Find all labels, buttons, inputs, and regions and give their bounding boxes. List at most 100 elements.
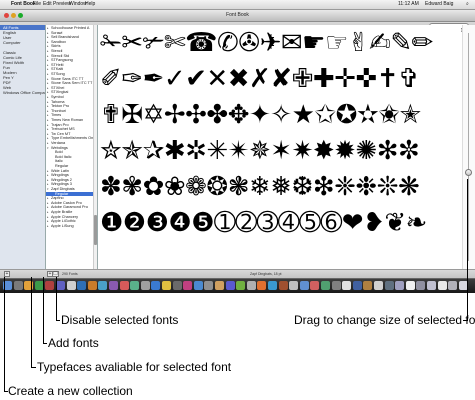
dock-app-icon[interactable] [183, 281, 193, 290]
dock-app-icon[interactable] [246, 281, 256, 290]
font-item-label: Schoolhouse Printed A [51, 26, 90, 30]
dock-app-icon[interactable] [395, 281, 405, 290]
callout-add: Add fonts [48, 336, 99, 350]
callout-line-resize [467, 179, 468, 321]
dock-app-icon[interactable] [268, 281, 277, 290]
callout-line-typefaces [31, 277, 32, 368]
dock-app-icon[interactable] [13, 281, 23, 290]
font-item-label: Apple Chancery [51, 214, 79, 219]
menu-app[interactable]: Font Book [11, 0, 36, 9]
dock-app-icon[interactable] [162, 281, 171, 290]
dock-app-icon[interactable] [225, 281, 235, 290]
menu-user[interactable]: Edward Baig [425, 0, 453, 9]
font-item-label: STHeiti [51, 62, 64, 67]
spotlight-icon[interactable]: ⌕ [466, 0, 469, 9]
font-item-label: Stone Sans ITC TT [51, 76, 84, 81]
font-item-label: Wide Latin [51, 168, 69, 173]
font-item-label: STSong [51, 72, 65, 76]
collection-item[interactable]: Computer [0, 40, 45, 45]
collection-pane[interactable]: All Fonts English User Computer Classic … [0, 25, 46, 269]
font-size-slider[interactable] [462, 25, 475, 269]
font-item-label: Webdings [51, 145, 68, 150]
dock-app-icon[interactable] [299, 281, 309, 290]
font-item-label: Regular [55, 164, 69, 168]
dock-app-icon[interactable] [193, 281, 203, 290]
dock-app-icon[interactable] [310, 281, 320, 290]
dock-app-icon[interactable] [342, 281, 352, 290]
disclosure-closed-icon[interactable]: ▸ [47, 224, 49, 229]
dock-app-icon[interactable] [140, 281, 150, 290]
font-size-slider-thumb[interactable] [465, 169, 472, 176]
callout-line-typefaces-tip [31, 367, 36, 368]
glyph-row: ✮✯✰✱✲✳✴✵✶✷✸✹✺✻✼ [100, 137, 420, 165]
dock-app-icon[interactable] [172, 281, 182, 290]
font-item-label: Tw Cen MT [51, 131, 71, 136]
dock-app-icon[interactable] [77, 281, 87, 290]
font-item-label: Apple LiSung [51, 223, 74, 228]
dock-app-icon[interactable] [427, 281, 436, 290]
dock-app-icon[interactable] [109, 281, 118, 290]
menu-help[interactable]: Help [85, 0, 95, 9]
font-item-label: Stencil [51, 49, 63, 53]
callout-create: Create a new collection [8, 384, 133, 398]
dock-app-icon[interactable] [374, 281, 383, 290]
dock-app-icon[interactable] [151, 281, 161, 290]
dock [0, 278, 475, 293]
dock-app-icon[interactable] [130, 281, 140, 290]
font-item-label: Adobe Garamond Pro [51, 205, 88, 210]
font-item-label: Regular [55, 191, 69, 196]
font-item-label: Scrawl [51, 30, 63, 35]
menu-clock[interactable]: 11:12 AM [398, 0, 419, 9]
font-item-label: Italic [55, 159, 63, 164]
font-item-label: Wingdings 2 [51, 177, 72, 182]
window-title: Font Book [226, 12, 249, 18]
dock-app-icon[interactable] [119, 281, 129, 290]
font-item-label: Adobe Caslon Pro [51, 200, 82, 205]
dock-app-icon[interactable] [363, 281, 373, 290]
dock-app-icon[interactable] [257, 281, 267, 290]
callout-typefaces: Typefaces avaliable for selected font [37, 360, 232, 374]
dock-app-icon[interactable] [384, 281, 394, 290]
dock-app-icon[interactable] [437, 281, 447, 290]
font-item-label: Times [51, 113, 62, 118]
font-family-item[interactable]: ▸ Apple LiSung [46, 224, 94, 229]
menu-file[interactable]: File [33, 0, 41, 9]
font-list-scroll-thumb[interactable] [94, 215, 97, 245]
collection-item[interactable]: Windows Office Compa [0, 90, 45, 95]
dock-app-icon[interactable] [204, 281, 214, 290]
font-item-label: Verdana [51, 141, 66, 145]
dock-app-icon[interactable] [87, 281, 97, 290]
dock-app-icon[interactable] [331, 281, 341, 290]
dock-app-icon[interactable] [45, 281, 55, 290]
font-item-label: Sandbox [51, 39, 66, 44]
font-count: 290 Fonts [62, 272, 78, 276]
font-list-pane[interactable]: ▸ Schoolhouse Printed A ▸ Scrawl ▸ Sell Brand… [46, 25, 98, 269]
font-item-label: STXihei [51, 85, 65, 90]
dock-app-icon[interactable] [448, 281, 458, 290]
font-item-label: Stencil Std [51, 53, 70, 58]
font-item-label: STKaiti [51, 67, 64, 72]
dock-app-icon[interactable] [321, 281, 330, 290]
menu-edit[interactable]: Edit [43, 0, 52, 9]
dock-app-icon[interactable] [66, 281, 76, 290]
font-size-slider-track[interactable] [468, 33, 469, 261]
font-item-label: Bold Italic [55, 154, 72, 159]
font-item-label: Times New Roman [51, 118, 84, 122]
dock-app-icon[interactable] [236, 281, 246, 290]
dock-app-icon[interactable] [278, 281, 288, 290]
font-list-scrollbar[interactable] [93, 25, 97, 269]
dock-app-icon[interactable] [98, 281, 108, 290]
font-item-label: Skirts [51, 44, 61, 49]
callout-line-add [43, 277, 44, 344]
font-item-label: Zapf Dingbats [51, 187, 75, 191]
menu-bar: Font Book File Edit Preview Window Help … [0, 0, 475, 10]
dock-app-icon[interactable] [215, 281, 224, 290]
dock-app-icon[interactable] [56, 281, 65, 290]
font-item-label: Apple Braille [51, 210, 73, 214]
dock-app-icon[interactable] [352, 281, 362, 290]
dock-app-icon[interactable] [405, 281, 415, 290]
dock-app-icon[interactable] [416, 281, 426, 290]
window-title-bar[interactable]: Font Book [0, 10, 475, 22]
dock-app-icon[interactable] [289, 281, 299, 290]
font-item-label: Trajan Pro [51, 122, 69, 127]
